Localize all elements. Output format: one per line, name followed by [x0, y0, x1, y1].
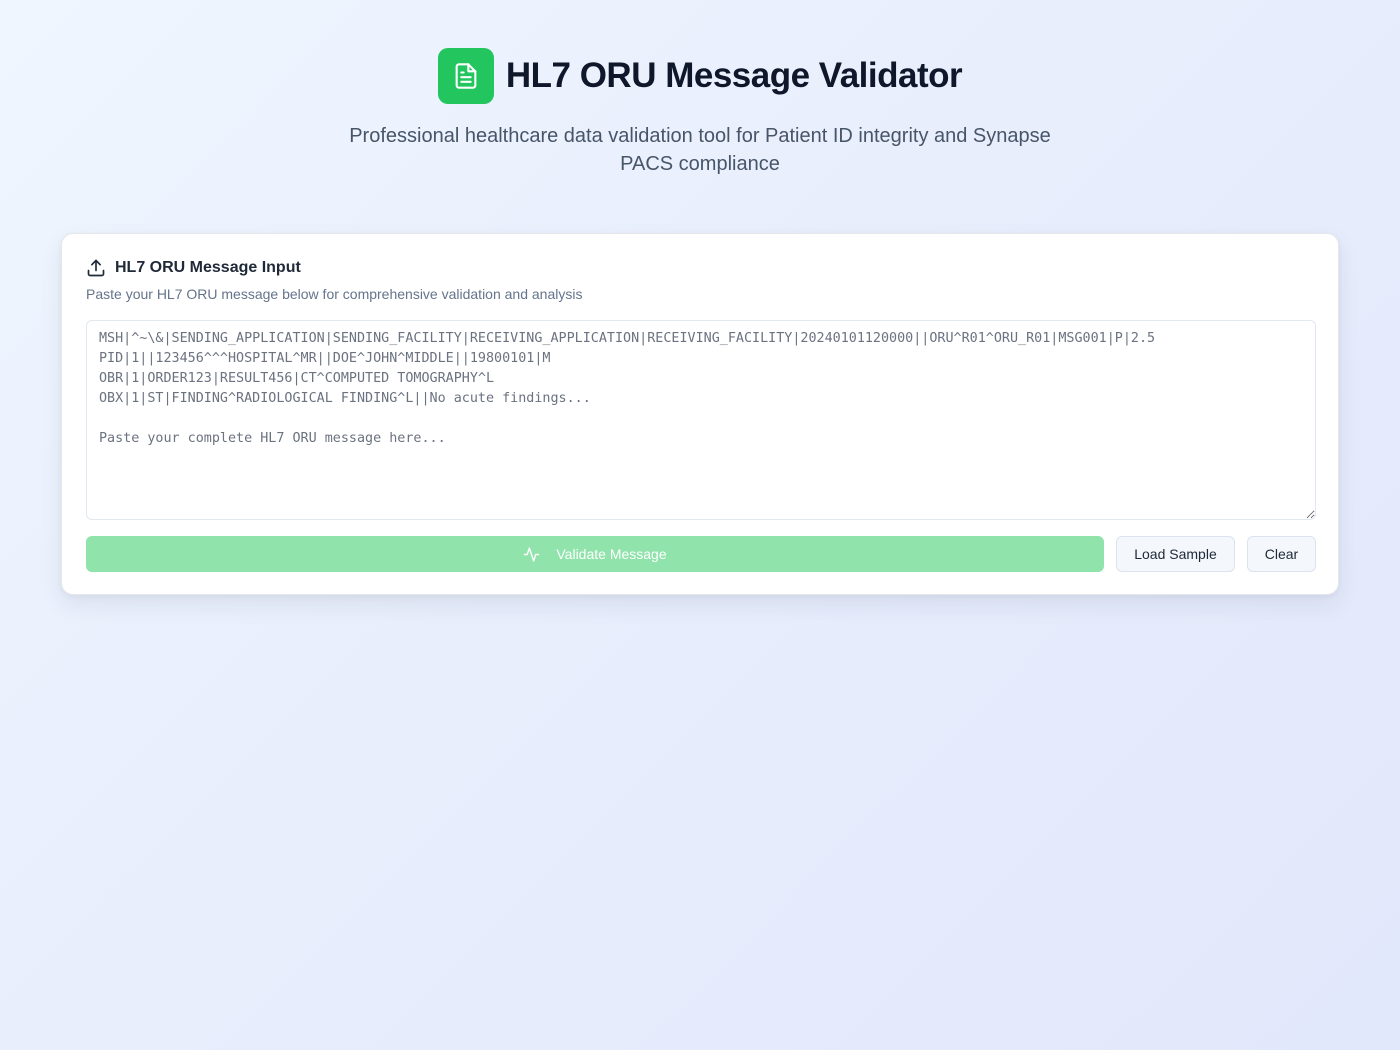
card-description: Paste your HL7 ORU message below for com…: [86, 286, 583, 302]
title-row: HL7 ORU Message Validator: [0, 48, 1400, 104]
activity-icon: [523, 546, 540, 563]
load-sample-button[interactable]: Load Sample: [1116, 536, 1235, 572]
upload-icon: [86, 258, 106, 278]
page-subtitle: Professional healthcare data validation …: [349, 125, 1051, 175]
page-title: HL7 ORU Message Validator: [505, 56, 963, 95]
page-header: HL7 ORU Message Validator Professional h…: [0, 48, 1400, 178]
message-input-card: HL7 ORU Message Input Paste your HL7 ORU…: [61, 233, 1339, 595]
file-text-icon: [437, 48, 494, 104]
action-row: Validate Message Load Sample Clear: [86, 536, 1316, 572]
card-header: HL7 ORU Message Input: [86, 257, 301, 279]
hl7-message-textarea[interactable]: [86, 320, 1316, 520]
clear-button[interactable]: Clear: [1247, 536, 1316, 572]
card-title: HL7 ORU Message Input: [115, 259, 301, 276]
validate-message-button[interactable]: Validate Message: [86, 536, 1104, 572]
validate-button-label: Validate Message: [556, 546, 667, 562]
